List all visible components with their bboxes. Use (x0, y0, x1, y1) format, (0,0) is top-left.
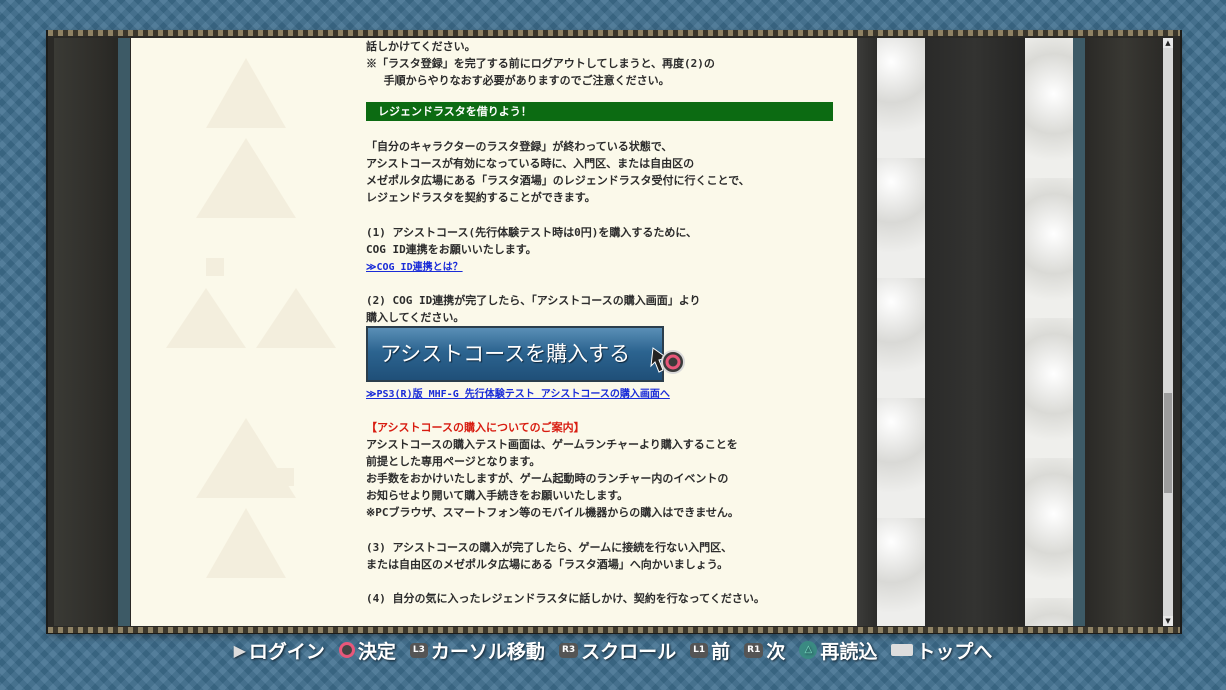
control-hints-bar: ▶ ログイン 決定 L3 カーソル移動 R3 スクロール L1 前 R1 次 △… (0, 635, 1226, 665)
web-page-content: 話しかけてください。 ※「ラスタ登録」を完了する前にログアウトしてしまうと、再度… (131, 38, 857, 626)
notice-line: ※PCブラウザ、スマートフォン等のモバイル機器からの購入はできません。 (366, 506, 739, 519)
marble-column-left (877, 38, 925, 626)
notice-line: 前提とした専用ページとなります。 (366, 455, 541, 468)
section-header: レジェンドラスタを借りよう！ (366, 102, 833, 121)
scrollbar-thumb[interactable] (1164, 393, 1172, 493)
circle-button-icon (338, 642, 355, 658)
decorative-pattern-icon (166, 58, 336, 578)
right-stone-panel (1085, 38, 1163, 626)
triangle-button-icon: △ (799, 641, 818, 659)
intro-line: ※「ラスタ登録」を完了する前にログアウトしてしまうと、再度(2)の (366, 57, 715, 70)
l1-button-icon: L1 (690, 642, 709, 658)
buy-link-block: ≫PS3(R)版 MHF-G 先行体験テスト アシストコースの購入画面へ (366, 385, 846, 403)
hint-next: R1 次 (744, 637, 785, 664)
intro-block: 話しかけてください。 ※「ラスタ登録」を完了する前にログアウトしてしまうと、再度… (366, 38, 846, 89)
intro-line: 手順からやりなおす必要がありますのでご注意ください。 (366, 74, 670, 87)
hint-label: 再読込 (820, 640, 878, 663)
step-4: (4) 自分の気に入ったレジェンドラスタに話しかけ、契約を行なってください。 (366, 590, 846, 607)
right-dark-edge (857, 38, 879, 626)
step-2: (2) COG ID連携が完了したら、「アシストコースの購入画面」より 購入して… (366, 292, 846, 326)
frame-top-border (48, 30, 1180, 36)
section-line: メゼポルタ広場にある「ラスタ酒場」のレジェンドラスタ受付に行くことで、 (366, 174, 750, 187)
play-icon: ▶ (233, 640, 246, 660)
step-3: (3) アシストコースの購入が完了したら、ゲームに接続を行ない入門区、 または自… (366, 539, 846, 573)
hint-previous: L1 前 (690, 637, 730, 664)
section-line: レジェンドラスタを契約することができます。 (366, 191, 596, 204)
step-1: (1) アシストコース(先行体験テスト時は0円)を購入するために、 COG ID… (366, 224, 846, 276)
step3-line: または自由区のメゼポルタ広場にある「ラスタ酒場」へ向かいましょう。 (366, 558, 729, 571)
hint-label: 前 (711, 640, 731, 663)
step3-line: (3) アシストコースの購入が完了したら、ゲームに接続を行ない入門区、 (366, 541, 733, 554)
hint-reload: △ 再読込 (799, 637, 877, 664)
scroll-up-arrow-icon[interactable]: ▲ (1163, 38, 1173, 48)
r1-button-icon: R1 (744, 642, 764, 658)
step2-line: (2) COG ID連携が完了したら、「アシストコースの購入画面」より (366, 294, 701, 307)
notice-line: アシストコースの購入テスト画面は、ゲームランチャーより購入することを (366, 438, 738, 451)
hint-scroll: R3 スクロール (558, 637, 677, 664)
step1-line: COG ID連携をお願いいたします。 (366, 243, 537, 256)
notice-line: お手数をおかけいたしますが、ゲーム起動時のランチャー内のイベントの (366, 472, 729, 485)
buy-page-link[interactable]: ≫PS3(R)版 MHF-G 先行体験テスト アシストコースの購入画面へ (366, 389, 670, 400)
hint-top: トップへ (891, 637, 992, 664)
hint-label: トップへ (916, 640, 993, 663)
marble-column-right (1025, 38, 1073, 626)
vertical-scrollbar[interactable]: ▲ ▼ (1163, 38, 1173, 626)
step2-line: 購入してください。 (366, 311, 465, 324)
step1-line: (1) アシストコース(先行体験テスト時は0円)を購入するために、 (366, 226, 698, 239)
l3-button-icon: L3 (409, 642, 428, 658)
hint-confirm: 決定 (338, 637, 396, 664)
notice-title: 【アシストコースの購入についてのご案内】 (366, 421, 585, 434)
purchase-notice: 【アシストコースの購入についてのご案内】 アシストコースの購入テスト画面は、ゲー… (366, 419, 846, 521)
section-description: 「自分のキャラクターのラスタ登録」が終わっている状態で、 アシストコースが有効に… (366, 138, 846, 206)
hint-label: スクロール (581, 640, 677, 663)
right-accent-strip (1073, 38, 1085, 626)
section-line: 「自分のキャラクターのラスタ登録」が終わっている状態で、 (366, 140, 673, 153)
hint-login: ▶ ログイン (234, 637, 325, 664)
hint-label: 決定 (357, 640, 396, 663)
left-accent-strip (118, 38, 130, 626)
scroll-down-arrow-icon[interactable]: ▼ (1163, 616, 1173, 626)
section-line: アシストコースが有効になっている時に、入門区、または自由区の (366, 157, 695, 170)
frame-bottom-border (48, 627, 1180, 633)
intro-line: 話しかけてください。 (366, 40, 476, 53)
cog-id-link[interactable]: ≫COG ID連携とは？ (366, 262, 463, 273)
hint-cursor-move: L3 カーソル移動 (409, 637, 545, 664)
hint-label: カーソル移動 (430, 640, 545, 663)
hint-label: ログイン (248, 640, 325, 663)
buy-assist-course-button[interactable]: アシストコースを購入する (366, 326, 664, 382)
r3-button-icon: R3 (558, 642, 579, 658)
cursor-icon (650, 347, 685, 374)
select-button-icon (891, 644, 914, 656)
notice-line: お知らせより開いて購入手続きをお願いいたします。 (366, 489, 629, 502)
hint-label: 次 (766, 640, 786, 663)
dark-column (925, 38, 1025, 626)
step4-line: (4) 自分の気に入ったレジェンドラスタに話しかけ、契約を行なってください。 (366, 592, 765, 605)
